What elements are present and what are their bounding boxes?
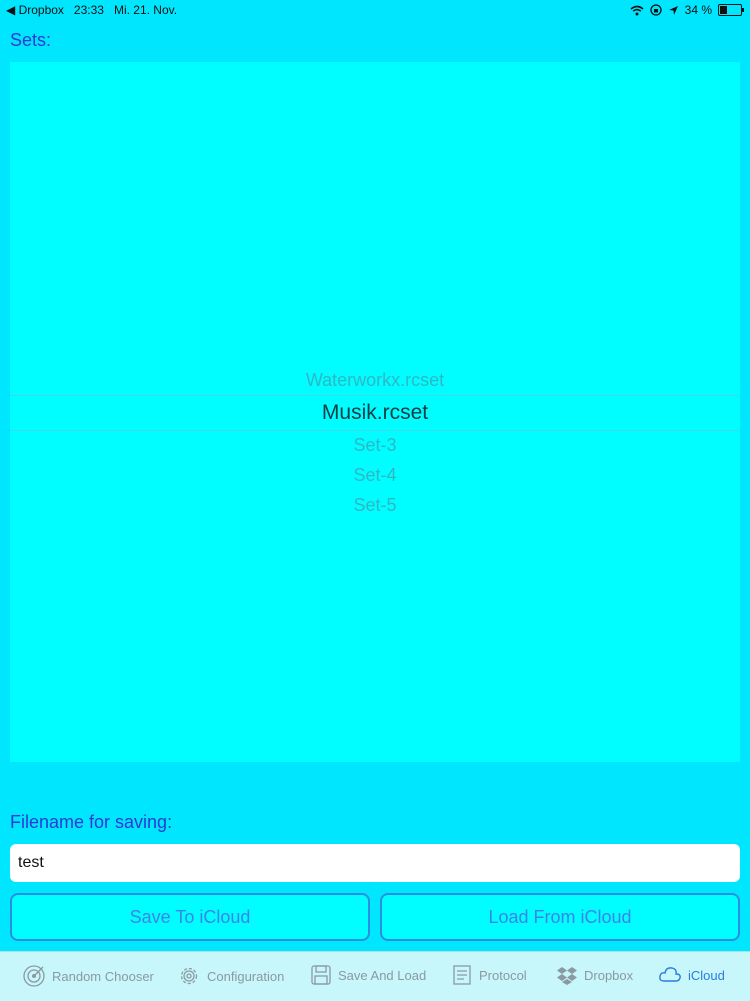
tab-label: Protocol — [479, 967, 527, 983]
tab-label: Save And Load — [338, 967, 427, 983]
target-icon — [23, 965, 45, 987]
tab-label: Configuration — [207, 968, 285, 984]
filename-label: Filename for saving: — [10, 812, 173, 832]
wifi-icon — [630, 5, 644, 15]
gear-icon — [180, 967, 198, 985]
picker-item[interactable]: Waterworkx.rcset — [10, 365, 740, 395]
location-arrow-icon — [668, 5, 678, 15]
orientation-lock-icon — [649, 4, 662, 16]
back-app-name: Dropbox — [18, 3, 64, 17]
picker-item[interactable]: Set-3 — [10, 430, 740, 460]
floppy-disk-icon — [311, 965, 331, 985]
battery-icon — [718, 4, 744, 16]
picker-item-selected[interactable]: Musik.rcset — [10, 395, 740, 431]
document-icon — [453, 965, 471, 985]
tab-configuration[interactable]: Configuration — [177, 964, 284, 988]
sets-picker[interactable]: Waterworkx.rcset Musik.rcset Set-3 Set-4… — [10, 62, 740, 762]
tab-label: Dropbox — [584, 967, 634, 983]
dropbox-icon — [557, 967, 577, 985]
tab-protocol[interactable]: Protocol — [451, 964, 527, 986]
tab-label: Random Chooser — [52, 968, 154, 984]
picker-item[interactable]: Set-4 — [10, 460, 740, 490]
sets-label: Sets: — [10, 30, 52, 50]
tab-label: iCloud — [688, 967, 725, 983]
filename-input[interactable] — [10, 844, 740, 882]
back-to-app-link[interactable]: ◀ Dropbox — [6, 3, 64, 17]
tab-icloud[interactable]: iCloud — [658, 964, 725, 986]
picker-item[interactable]: Set-5 — [10, 490, 740, 520]
tab-dropbox[interactable]: Dropbox — [556, 964, 633, 986]
load-from-icloud-button[interactable]: Load From iCloud — [380, 893, 740, 941]
status-date: Mi. 21. Nov. — [113, 3, 178, 17]
save-to-icloud-button[interactable]: Save To iCloud — [10, 893, 370, 941]
status-time: 23:33 — [73, 3, 104, 17]
tab-bar: Random Chooser Configuration Save And Lo… — [0, 951, 750, 1001]
status-bar: ◀ Dropbox 23:33 Mi. 21. Nov. 34 % — [0, 0, 750, 20]
tab-random-chooser[interactable]: Random Chooser — [22, 964, 154, 988]
battery-percent: 34 % — [684, 3, 712, 17]
cloud-icon — [659, 967, 681, 982]
tab-save-and-load[interactable]: Save And Load — [310, 964, 426, 986]
